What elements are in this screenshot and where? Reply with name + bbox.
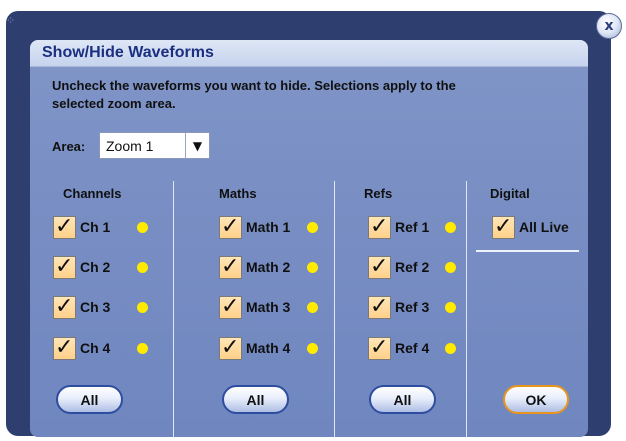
check-icon: ✓ [221,335,240,360]
checkbox-label: Ch 3 [80,299,111,315]
checkbox-box[interactable]: ✓ [219,214,242,239]
waveform-dot-icon [307,262,318,273]
checkbox-box[interactable]: ✓ [219,254,242,279]
check-icon: ✓ [494,214,513,239]
checkbox-all-live[interactable]: ✓ All Live [492,214,582,240]
checkbox-box[interactable]: ✓ [368,254,391,279]
maths-header: Maths [219,186,257,201]
checkbox-box[interactable]: ✓ [219,294,242,319]
checkbox-label: Ch 2 [80,259,111,275]
checkbox-label: Math 1 [246,219,291,235]
checkbox-label: Math 2 [246,259,291,275]
checkbox-ref3[interactable]: ✓ Ref 3 [368,294,460,320]
waveform-dot-icon [445,222,456,233]
check-icon: ✓ [370,214,389,239]
checkbox-math2[interactable]: ✓ Math 2 [219,254,329,280]
close-button[interactable]: x [596,13,622,39]
checkbox-label: Ref 4 [395,340,430,356]
dropdown-arrow-icon[interactable]: ▼ [185,133,209,158]
check-icon: ✓ [221,214,240,239]
checkbox-ch3[interactable]: ✓ Ch 3 [53,294,153,320]
dialog-panel: Show/Hide Waveforms Uncheck the waveform… [30,40,588,437]
checkbox-label: Math 4 [246,340,291,356]
check-icon: ✓ [370,335,389,360]
waveform-dot-icon [137,262,148,273]
resize-grip-icon[interactable]: ⁘ [6,14,20,28]
waveform-dot-icon [137,222,148,233]
area-label: Area: [52,139,86,154]
dialog-title: Show/Hide Waveforms [42,44,214,61]
checkbox-label: Math 3 [246,299,291,315]
check-icon: ✓ [370,254,389,279]
checkbox-box[interactable]: ✓ [368,214,391,239]
channels-all-button[interactable]: All [56,385,123,414]
checkbox-box[interactable]: ✓ [53,294,76,319]
checkbox-label: Ref 3 [395,299,430,315]
area-dropdown[interactable]: Zoom 1 ▼ [99,132,210,159]
maths-all-button[interactable]: All [222,385,289,414]
waveform-dot-icon [137,302,148,313]
checkbox-box[interactable]: ✓ [368,294,391,319]
checkbox-ch1[interactable]: ✓ Ch 1 [53,214,153,240]
checkbox-ref2[interactable]: ✓ Ref 2 [368,254,460,280]
close-icon: x [604,18,614,34]
waveform-dot-icon [307,343,318,354]
checkbox-ref4[interactable]: ✓ Ref 4 [368,335,460,361]
check-icon: ✓ [55,214,74,239]
checkbox-math3[interactable]: ✓ Math 3 [219,294,329,320]
checkbox-ch4[interactable]: ✓ Ch 4 [53,335,153,361]
checkbox-label: All Live [519,219,569,235]
checkbox-ref1[interactable]: ✓ Ref 1 [368,214,460,240]
check-icon: ✓ [221,294,240,319]
checkbox-ch2[interactable]: ✓ Ch 2 [53,254,153,280]
checkbox-box[interactable]: ✓ [53,254,76,279]
waveform-dot-icon [445,343,456,354]
title-bar[interactable]: Show/Hide Waveforms [30,40,588,67]
waveform-dot-icon [445,262,456,273]
check-icon: ✓ [221,254,240,279]
checkbox-box[interactable]: ✓ [53,335,76,360]
dialog-frame: ⁘ Show/Hide Waveforms Uncheck the wavefo… [6,11,611,437]
check-icon: ✓ [55,335,74,360]
refs-all-button[interactable]: All [369,385,436,414]
column-separator [466,181,467,437]
channels-header: Channels [63,186,122,201]
checkbox-math1[interactable]: ✓ Math 1 [219,214,329,240]
instructions-text: Uncheck the waveforms you want to hide. … [52,78,456,111]
check-icon: ✓ [55,254,74,279]
checkbox-box[interactable]: ✓ [219,335,242,360]
checkbox-box[interactable]: ✓ [53,214,76,239]
checkbox-math4[interactable]: ✓ Math 4 [219,335,329,361]
waveform-dot-icon [137,343,148,354]
area-value: Zoom 1 [106,138,154,154]
checkbox-label: Ch 4 [80,340,111,356]
checkbox-label: Ch 1 [80,219,111,235]
checkbox-box[interactable]: ✓ [492,214,515,239]
checkbox-label: Ref 1 [395,219,430,235]
check-icon: ✓ [55,294,74,319]
column-separator [334,181,335,437]
checkbox-label: Ref 2 [395,259,430,275]
refs-header: Refs [364,186,393,201]
waveform-dot-icon [307,302,318,313]
check-icon: ✓ [370,294,389,319]
digital-header: Digital [490,186,530,201]
ok-button[interactable]: OK [503,385,569,414]
column-separator [173,181,174,437]
waveform-dot-icon [445,302,456,313]
checkbox-box[interactable]: ✓ [368,335,391,360]
digital-divider [476,250,579,252]
waveform-dot-icon [307,222,318,233]
